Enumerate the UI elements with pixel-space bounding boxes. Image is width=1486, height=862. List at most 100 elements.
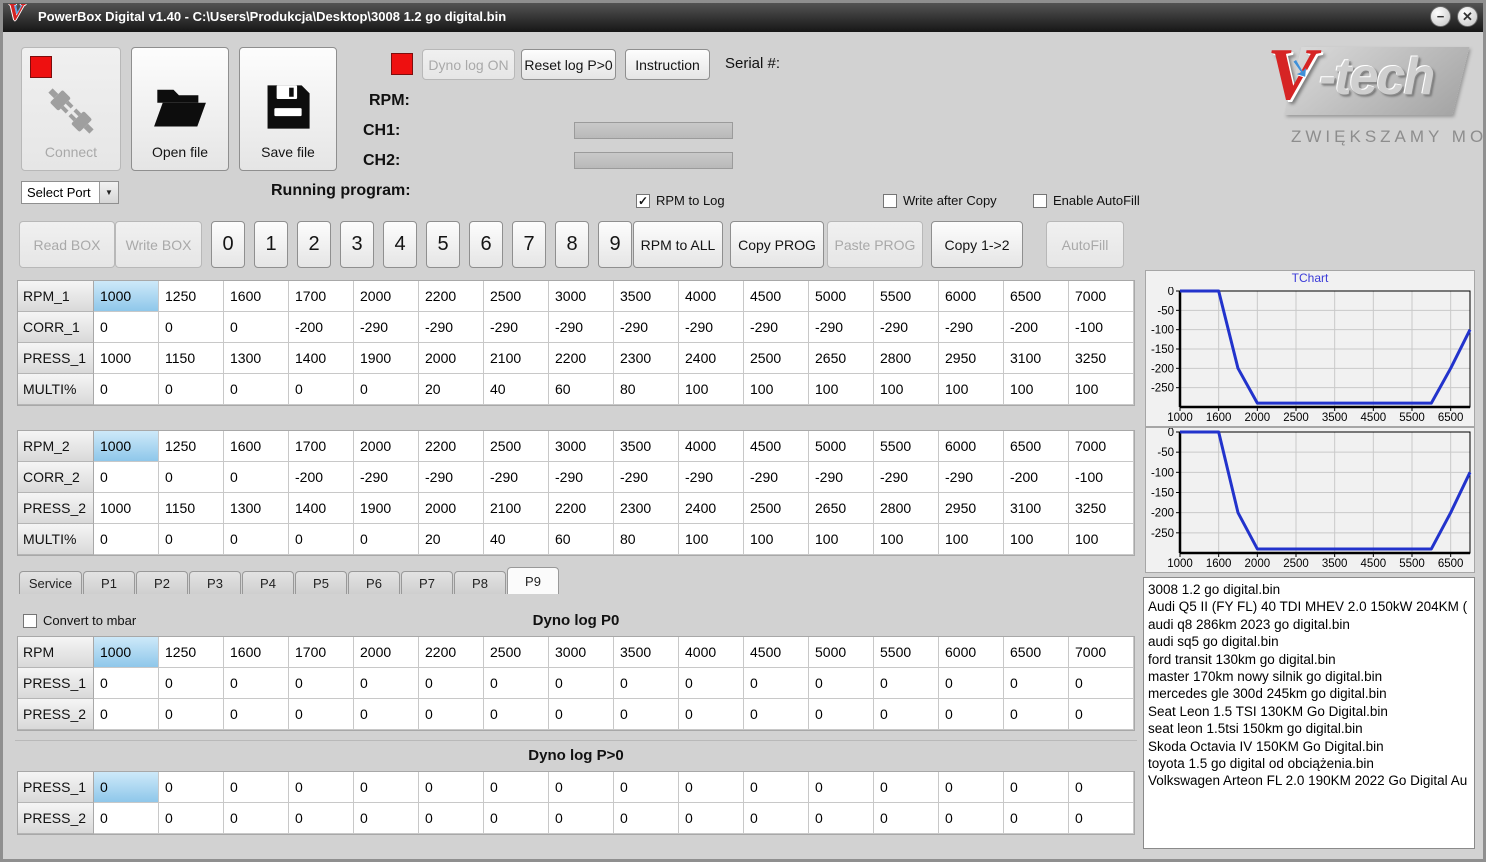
program-5-button[interactable]: 5 xyxy=(426,221,460,268)
file-list-item[interactable]: mercedes gle 300d 245km go digital.bin xyxy=(1148,685,1474,702)
connect-button[interactable]: Connect xyxy=(21,47,121,171)
grid-cell[interactable]: 7000 xyxy=(1069,281,1134,312)
grid-cell[interactable]: 2100 xyxy=(484,493,549,524)
grid-cell[interactable]: 0 xyxy=(809,668,874,699)
grid-cell[interactable]: 1000 xyxy=(94,493,159,524)
grid-cell[interactable]: 1250 xyxy=(159,281,224,312)
tab-p8[interactable]: P8 xyxy=(454,571,506,594)
grid-cell[interactable]: 0 xyxy=(289,524,354,555)
grid-cell[interactable]: 3000 xyxy=(549,281,614,312)
paste-prog-button[interactable]: Paste PROG xyxy=(827,221,923,268)
grid-cell[interactable]: 0 xyxy=(94,699,159,730)
grid-cell[interactable]: 1150 xyxy=(159,343,224,374)
grid-cell[interactable]: 0 xyxy=(614,699,679,730)
grid-cell[interactable]: 6500 xyxy=(1004,281,1069,312)
grid-cell[interactable]: 0 xyxy=(874,803,939,834)
grid-cell[interactable]: 0 xyxy=(419,772,484,803)
grid-cell[interactable]: 20 xyxy=(419,524,484,555)
grid-cell[interactable]: 0 xyxy=(94,524,159,555)
minimize-button[interactable]: − xyxy=(1430,5,1451,27)
grid-cell[interactable]: 4500 xyxy=(744,637,809,668)
grid-cell[interactable]: 0 xyxy=(614,803,679,834)
grid-cell[interactable]: 2400 xyxy=(679,493,744,524)
grid-cell[interactable]: 0 xyxy=(1004,668,1069,699)
grid-cell[interactable]: 0 xyxy=(939,803,1004,834)
program-2-button[interactable]: 2 xyxy=(297,221,331,268)
file-list-item[interactable]: seat leon 1.5tsi 150km go digital.bin xyxy=(1148,720,1474,737)
grid-cell[interactable]: 40 xyxy=(484,524,549,555)
grid-cell[interactable]: 3100 xyxy=(1004,493,1069,524)
file-list-item[interactable]: Skoda Octavia IV 150KM Go Digital.bin xyxy=(1148,738,1474,755)
grid-cell[interactable]: 0 xyxy=(744,803,809,834)
grid-cell[interactable]: -290 xyxy=(939,312,1004,343)
grid-cell[interactable]: 0 xyxy=(1004,699,1069,730)
grid-cell[interactable]: 0 xyxy=(939,668,1004,699)
tab-p1[interactable]: P1 xyxy=(83,571,135,594)
grid-cell[interactable]: 0 xyxy=(94,462,159,493)
autofill-button[interactable]: AutoFill xyxy=(1046,221,1124,268)
grid-cell[interactable]: -290 xyxy=(679,312,744,343)
grid-cell[interactable]: 2200 xyxy=(419,637,484,668)
grid-cell[interactable]: 0 xyxy=(419,803,484,834)
checkbox-box[interactable]: ✓ xyxy=(636,193,650,208)
select-port-combobox[interactable]: Select Port ▼ xyxy=(21,181,119,204)
grid-cell[interactable]: 0 xyxy=(94,312,159,343)
grid-cell[interactable]: 0 xyxy=(159,668,224,699)
program-8-button[interactable]: 8 xyxy=(555,221,589,268)
grid-cell[interactable]: 0 xyxy=(1069,699,1134,730)
grid-cell[interactable]: 0 xyxy=(224,803,289,834)
file-list-item[interactable]: master 170km nowy silnik go digital.bin xyxy=(1148,668,1474,685)
grid-cell[interactable]: 0 xyxy=(289,668,354,699)
file-list-item[interactable]: ford transit 130km go digital.bin xyxy=(1148,651,1474,668)
grid-cell[interactable]: 1400 xyxy=(289,343,354,374)
grid-cell[interactable]: -290 xyxy=(614,312,679,343)
grid-cell[interactable]: 0 xyxy=(224,312,289,343)
grid-cell[interactable]: 100 xyxy=(1069,374,1134,405)
grid-cell[interactable]: 0 xyxy=(159,803,224,834)
rpm-to-log-checkbox[interactable]: ✓ RPM to Log xyxy=(636,193,725,208)
grid-cell[interactable]: -290 xyxy=(874,462,939,493)
dyno-log-on-button[interactable]: Dyno log ON xyxy=(422,49,515,80)
grid-cell[interactable]: 80 xyxy=(614,524,679,555)
grid-cell[interactable]: 5500 xyxy=(874,431,939,462)
grid-cell[interactable]: 100 xyxy=(939,524,1004,555)
grid-cell[interactable]: 7000 xyxy=(1069,637,1134,668)
grid-cell[interactable]: 0 xyxy=(614,772,679,803)
grid-cell[interactable]: 2500 xyxy=(744,493,809,524)
grid-cell[interactable]: 100 xyxy=(1004,524,1069,555)
grid-cell[interactable]: 6000 xyxy=(939,431,1004,462)
grid-cell[interactable]: 0 xyxy=(289,803,354,834)
grid-cell[interactable]: 0 xyxy=(744,772,809,803)
grid-cell[interactable]: 100 xyxy=(809,374,874,405)
tab-p6[interactable]: P6 xyxy=(348,571,400,594)
grid-cell[interactable]: 100 xyxy=(1069,524,1134,555)
close-button[interactable]: ✕ xyxy=(1457,5,1478,27)
grid-cell[interactable]: 0 xyxy=(874,772,939,803)
grid-cell[interactable]: 0 xyxy=(484,668,549,699)
file-list-item[interactable]: audi q8 286km 2023 go digital.bin xyxy=(1148,616,1474,633)
grid-cell[interactable]: 0 xyxy=(354,772,419,803)
grid-cell[interactable]: 0 xyxy=(679,803,744,834)
grid-cell[interactable]: -290 xyxy=(549,312,614,343)
grid-cell[interactable]: -290 xyxy=(549,462,614,493)
grid-cell[interactable]: 2000 xyxy=(419,343,484,374)
program-3-button[interactable]: 3 xyxy=(340,221,374,268)
grid-cell[interactable]: 0 xyxy=(94,772,159,803)
tab-p9[interactable]: P9 xyxy=(507,567,559,594)
grid-cell[interactable]: 3500 xyxy=(614,281,679,312)
grid-cell[interactable]: 5000 xyxy=(809,281,874,312)
grid-cell[interactable]: 0 xyxy=(224,524,289,555)
grid-cell[interactable]: 0 xyxy=(224,699,289,730)
grid-cell[interactable]: 0 xyxy=(549,803,614,834)
grid-cell[interactable]: 1600 xyxy=(224,281,289,312)
grid-cell[interactable]: 1400 xyxy=(289,493,354,524)
instruction-button[interactable]: Instruction xyxy=(625,49,710,80)
grid-cell[interactable]: -290 xyxy=(484,312,549,343)
grid-cell[interactable]: 0 xyxy=(874,699,939,730)
checkbox-box[interactable] xyxy=(1033,193,1047,208)
grid-cell[interactable]: 1700 xyxy=(289,637,354,668)
grid-cell[interactable]: 0 xyxy=(354,374,419,405)
grid-cell[interactable]: -290 xyxy=(354,312,419,343)
grid-cell[interactable]: 0 xyxy=(484,772,549,803)
grid-cell[interactable]: 0 xyxy=(94,668,159,699)
